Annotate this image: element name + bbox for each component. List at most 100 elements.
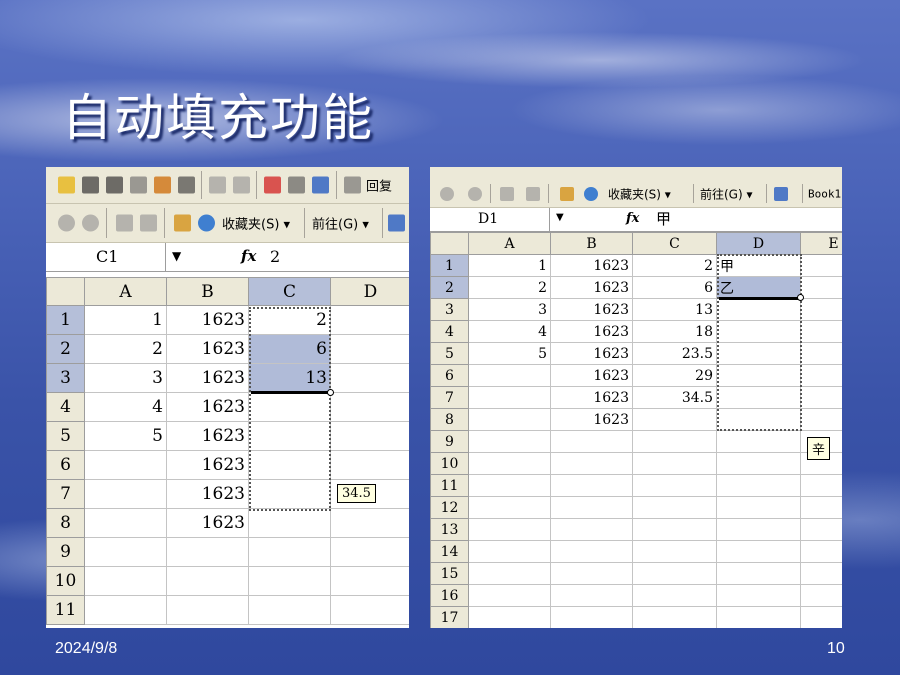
- name-box[interactable]: C1: [46, 243, 166, 271]
- row-header[interactable]: 12: [430, 496, 469, 519]
- column-header-c[interactable]: C: [248, 277, 331, 306]
- cell-a[interactable]: [468, 408, 551, 431]
- cell-e[interactable]: [800, 408, 842, 431]
- cell-b[interactable]: [550, 496, 633, 519]
- cell-a[interactable]: 5: [84, 421, 167, 451]
- cell-d[interactable]: [716, 408, 801, 431]
- cell-a[interactable]: 2: [468, 276, 551, 299]
- cell-e[interactable]: [800, 276, 842, 299]
- row-header[interactable]: 6: [46, 450, 85, 480]
- cell-b[interactable]: 1623: [166, 450, 249, 480]
- row-header[interactable]: 8: [46, 508, 85, 538]
- cell-b[interactable]: 1623: [550, 276, 633, 299]
- favorites-menu[interactable]: 收藏夹(S) ▾: [608, 185, 671, 202]
- cell-c[interactable]: 34.5: [632, 386, 717, 409]
- home-icon[interactable]: [174, 214, 191, 232]
- row-header[interactable]: 4: [46, 392, 85, 422]
- row-header[interactable]: 4: [430, 320, 469, 343]
- cell-b[interactable]: [550, 452, 633, 475]
- cell-d[interactable]: [330, 392, 409, 422]
- cell-a[interactable]: [468, 584, 551, 607]
- select-all-corner[interactable]: [46, 277, 85, 306]
- row-header[interactable]: 11: [430, 474, 469, 497]
- cell-c[interactable]: [248, 479, 331, 509]
- cell-b[interactable]: [550, 430, 633, 453]
- cell-c[interactable]: [632, 430, 717, 453]
- cell-c[interactable]: 2: [248, 305, 331, 335]
- cell-c[interactable]: 6: [248, 334, 331, 364]
- row-header[interactable]: 9: [430, 430, 469, 453]
- cell-e[interactable]: [800, 320, 842, 343]
- cell-b[interactable]: [550, 474, 633, 497]
- cell-a[interactable]: [468, 364, 551, 387]
- cell-a[interactable]: [468, 562, 551, 585]
- paste-icon[interactable]: [288, 176, 305, 194]
- cell-a[interactable]: [468, 496, 551, 519]
- cell-c[interactable]: [632, 474, 717, 497]
- cell-c[interactable]: [632, 452, 717, 475]
- row-header[interactable]: 7: [46, 479, 85, 509]
- cell-e[interactable]: [800, 584, 842, 607]
- row-header[interactable]: 14: [430, 540, 469, 563]
- row-header[interactable]: 3: [46, 363, 85, 393]
- column-header-a[interactable]: A: [84, 277, 167, 306]
- row-header[interactable]: 1: [46, 305, 85, 335]
- stop-icon[interactable]: [116, 214, 133, 232]
- name-box[interactable]: D1: [430, 208, 550, 231]
- search-web-icon[interactable]: [198, 214, 215, 232]
- cell-c[interactable]: [248, 595, 331, 625]
- column-header-b[interactable]: B: [550, 232, 633, 255]
- cell-c[interactable]: [248, 450, 331, 480]
- cell-a[interactable]: [84, 450, 167, 480]
- cell-b[interactable]: 1623: [550, 386, 633, 409]
- row-header[interactable]: 9: [46, 537, 85, 567]
- cell-e[interactable]: [800, 540, 842, 563]
- cell-c[interactable]: [248, 566, 331, 596]
- cell-d[interactable]: [330, 363, 409, 393]
- row-header[interactable]: 8: [430, 408, 469, 431]
- row-header[interactable]: 10: [46, 566, 85, 596]
- favorites-menu[interactable]: 收藏夹(S) ▾: [222, 214, 290, 233]
- dropdown-arrow-icon[interactable]: ▼: [556, 212, 564, 223]
- cell-a[interactable]: 2: [84, 334, 167, 364]
- column-header-b[interactable]: B: [166, 277, 249, 306]
- cell-d[interactable]: [716, 452, 801, 475]
- cell-d[interactable]: [716, 584, 801, 607]
- cell-e[interactable]: [800, 364, 842, 387]
- cell-c[interactable]: [248, 537, 331, 567]
- cell-a[interactable]: [468, 606, 551, 628]
- cell-d[interactable]: [330, 508, 409, 538]
- cell-c[interactable]: 6: [632, 276, 717, 299]
- cell-c[interactable]: 23.5: [632, 342, 717, 365]
- cell-a[interactable]: 4: [468, 320, 551, 343]
- cell-b[interactable]: 1623: [550, 298, 633, 321]
- reply-label[interactable]: 回复: [366, 176, 392, 195]
- cell-e[interactable]: [800, 474, 842, 497]
- fill-handle[interactable]: [327, 389, 334, 396]
- cell-d[interactable]: [330, 595, 409, 625]
- book-address[interactable]: Book1: [808, 187, 841, 200]
- forward-icon[interactable]: [82, 214, 99, 232]
- cell-d[interactable]: [716, 364, 801, 387]
- table-icon[interactable]: [312, 176, 329, 194]
- cell-e[interactable]: [800, 298, 842, 321]
- refresh-icon[interactable]: [526, 186, 540, 201]
- show-web-toolbar-icon[interactable]: [774, 186, 788, 201]
- cell-d[interactable]: [330, 421, 409, 451]
- row-header[interactable]: 10: [430, 452, 469, 475]
- column-header-a[interactable]: A: [468, 232, 551, 255]
- row-header[interactable]: 5: [46, 421, 85, 451]
- row-header[interactable]: 16: [430, 584, 469, 607]
- cell-c[interactable]: [248, 392, 331, 422]
- cell-d[interactable]: [330, 537, 409, 567]
- cell-c[interactable]: 29: [632, 364, 717, 387]
- cell-d[interactable]: [716, 298, 801, 321]
- cell-c[interactable]: [632, 408, 717, 431]
- cell-e[interactable]: [800, 386, 842, 409]
- cell-d[interactable]: [330, 450, 409, 480]
- show-web-toolbar-icon[interactable]: [388, 214, 405, 232]
- permission-icon[interactable]: [106, 176, 123, 194]
- search-web-icon[interactable]: [584, 186, 598, 201]
- formula-input[interactable]: 2: [270, 243, 280, 271]
- print-icon[interactable]: [154, 176, 171, 194]
